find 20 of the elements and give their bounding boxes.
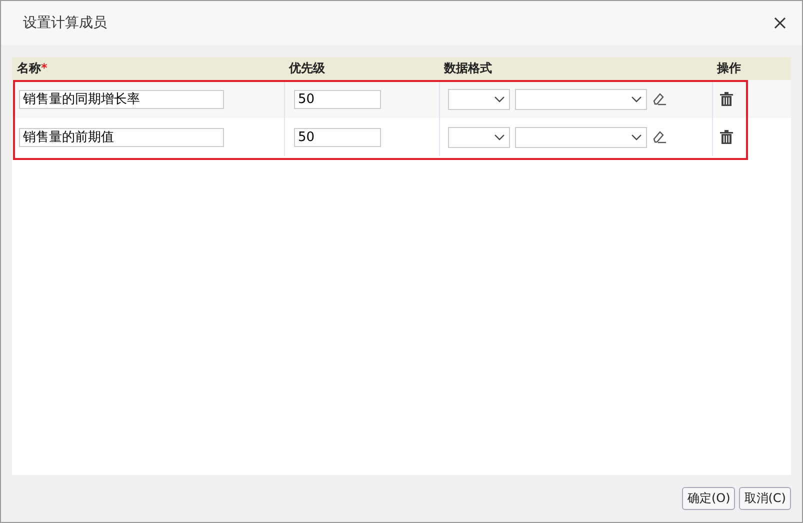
trash-icon[interactable] — [720, 92, 733, 106]
trash-icon[interactable] — [720, 130, 733, 144]
column-header: 数据格式 — [442, 60, 493, 77]
priority-field[interactable]: 50 — [294, 90, 381, 108]
ok-button[interactable]: 确定(O) — [682, 487, 736, 510]
chevron-down-icon — [494, 134, 505, 140]
name-field[interactable]: 销售量的前期值 — [19, 128, 224, 146]
cancel-button[interactable]: 取消(C) — [739, 487, 791, 510]
chevron-down-icon — [631, 96, 642, 102]
priority-field[interactable]: 50 — [294, 128, 381, 146]
chevron-down-icon — [494, 96, 505, 102]
eraser-icon[interactable] — [652, 130, 667, 144]
chevron-down-icon — [631, 134, 642, 140]
close-button[interactable] — [772, 15, 788, 31]
column-header: 名称* — [16, 60, 48, 77]
column-header: 优先级 — [288, 60, 326, 77]
name-field[interactable]: 销售量的同期增长率 — [19, 90, 224, 108]
window-title: 设置计算成员 — [23, 14, 107, 32]
column-header: 操作 — [716, 60, 742, 77]
eraser-icon[interactable] — [652, 92, 667, 106]
